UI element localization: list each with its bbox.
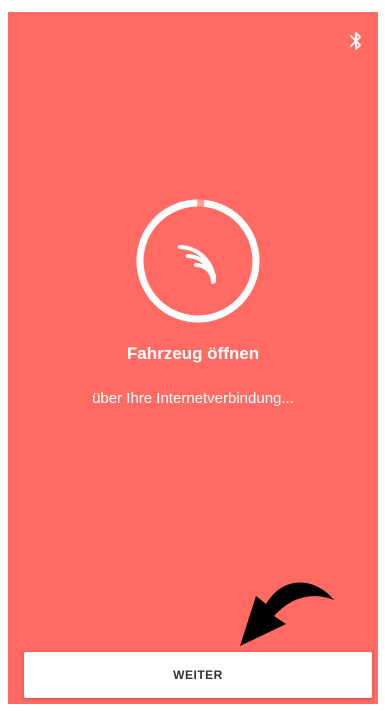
continue-button[interactable]: WEITER xyxy=(24,652,372,698)
bluetooth-icon xyxy=(350,32,361,50)
unlock-subtitle: über Ihre Internetverbindung... xyxy=(92,390,294,407)
app-frame: Fahrzeug öffnen über Ihre Internetverbin… xyxy=(0,0,385,711)
progress-ring xyxy=(136,199,260,323)
unlock-screen: Fahrzeug öffnen über Ihre Internetverbin… xyxy=(8,12,378,704)
nfc-signal-icon xyxy=(178,245,217,284)
unlock-title: Fahrzeug öffnen xyxy=(126,344,260,363)
progress-arc xyxy=(136,199,260,323)
curved-arrow-icon xyxy=(240,582,334,646)
